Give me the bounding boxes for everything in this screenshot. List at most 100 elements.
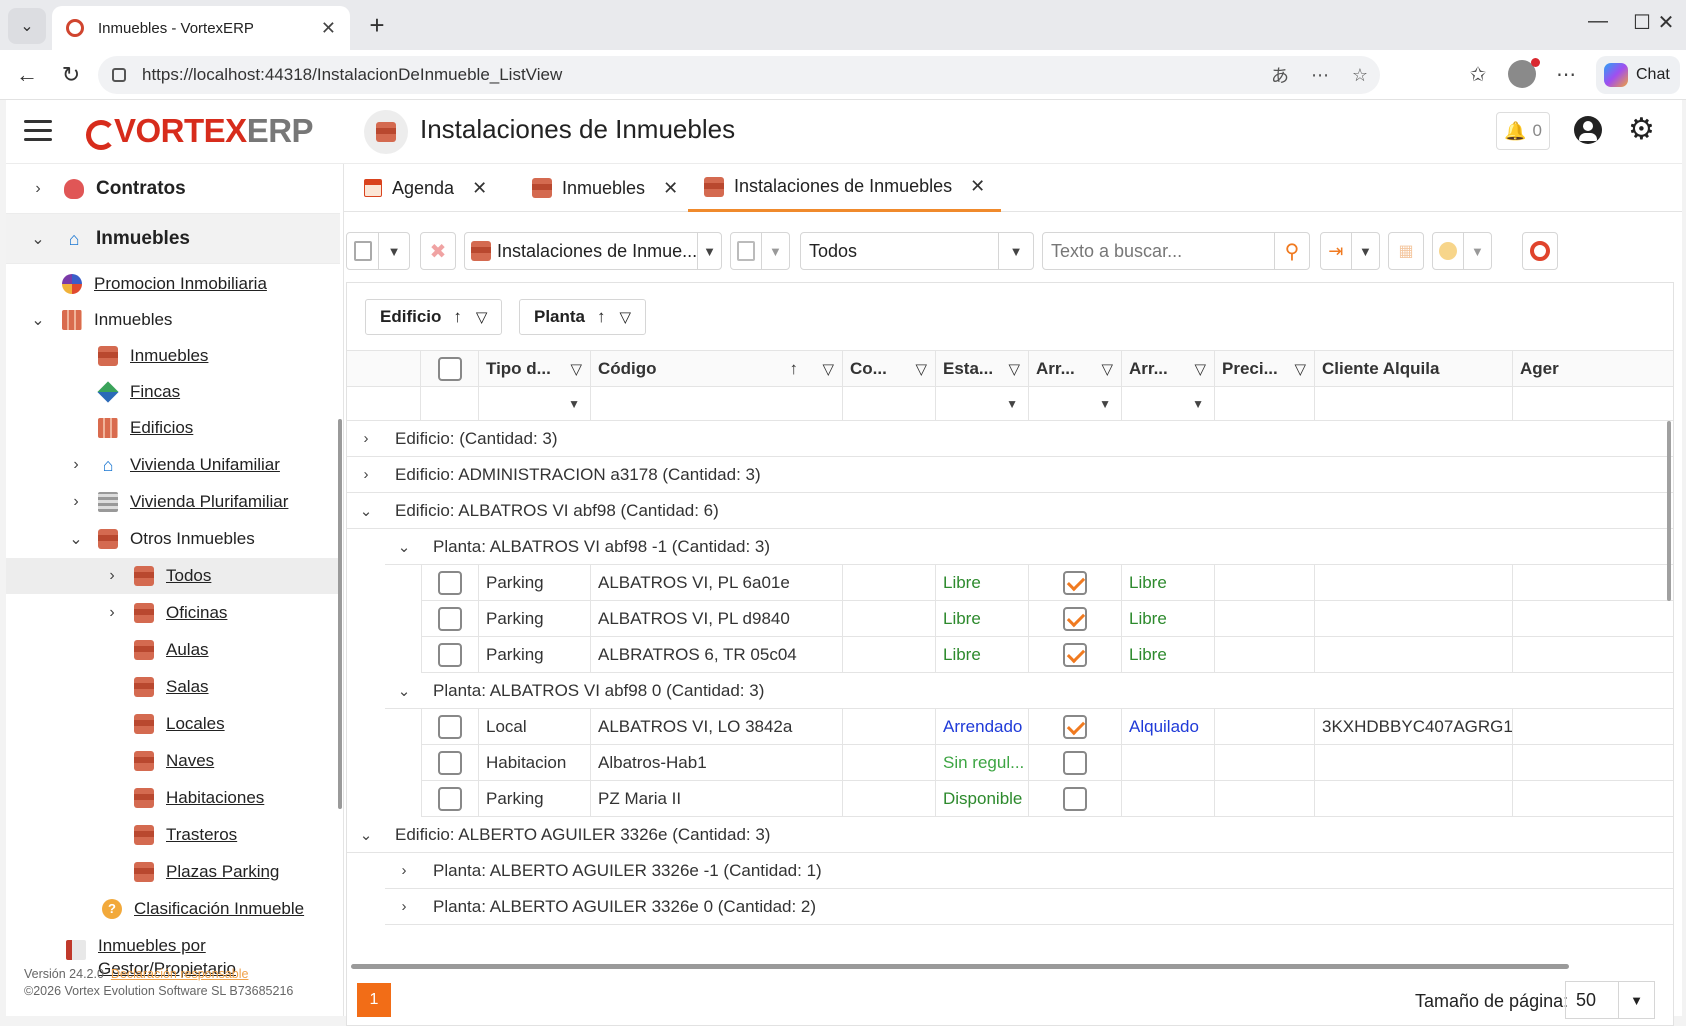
sort-asc-icon[interactable]: ↑ (790, 359, 799, 379)
header-arr1[interactable]: Arr... ▽ (1029, 351, 1122, 386)
filter-icon[interactable]: ▽ (1008, 360, 1020, 378)
translate-icon[interactable]: あ (1260, 62, 1300, 88)
paste-split-button[interactable]: ▼ (730, 232, 790, 270)
filter-cell-codigo[interactable] (591, 387, 843, 420)
header-estado[interactable]: Esta... ▽ (936, 351, 1029, 386)
tab-instalaciones[interactable]: Instalaciones de Inmuebles ✕ (688, 164, 1002, 212)
header-codigo[interactable]: Código ↑ ▽ (591, 351, 843, 386)
table-row[interactable]: Parking ALBRATROS 6, TR 05c04 Libre Libr… (347, 637, 1673, 673)
group-chip-planta[interactable]: Planta ↑ ▽ (519, 299, 647, 335)
header-precio[interactable]: Preci... ▽ (1215, 351, 1315, 386)
page-button-current[interactable]: 1 (357, 983, 391, 1017)
row-select-checkbox[interactable] (438, 786, 462, 811)
site-info-icon[interactable] (112, 68, 126, 82)
close-tab-icon[interactable]: ✕ (321, 18, 336, 39)
close-tab-icon[interactable]: ✕ (970, 176, 985, 197)
action-dropdown[interactable]: ▼ (1464, 233, 1491, 269)
sort-asc-icon[interactable]: ↑ (597, 307, 606, 327)
settings-gear-icon[interactable]: ⚙ (1628, 112, 1655, 147)
chart-button[interactable]: ▦ (1388, 232, 1424, 270)
search-input[interactable] (1043, 240, 1274, 262)
filter-cell-co[interactable] (843, 387, 936, 420)
profile-avatar-icon[interactable] (1508, 58, 1540, 88)
hamburger-menu-icon[interactable] (24, 120, 52, 144)
declaration-link[interactable]: Declaración responsable (111, 967, 249, 981)
filter-cell-precio[interactable] (1215, 387, 1315, 420)
cell-arrendable-checkbox[interactable] (1063, 750, 1087, 775)
group-row[interactable]: ⌄ Edificio: ALBATROS VI abf98 (Cantidad: … (347, 493, 1673, 529)
clipboard-button[interactable] (731, 233, 762, 269)
header-cliente[interactable]: Cliente Alquila (1315, 351, 1513, 386)
sidebar-item-locales[interactable]: Locales (6, 706, 340, 742)
table-row[interactable]: Parking ALBATROS VI, PL d9840 Libre Libr… (347, 601, 1673, 637)
group-row[interactable]: ⌄ Planta: ALBATROS VI abf98 0 (Cantidad: … (385, 673, 1673, 709)
sidebar-scrollbar[interactable] (338, 419, 342, 809)
new-record-split-button[interactable]: ▼ (346, 232, 410, 270)
row-select-checkbox[interactable] (438, 642, 462, 667)
filter-icon[interactable]: ▽ (1194, 360, 1206, 378)
chevron-right-icon[interactable]: › (357, 466, 375, 483)
filter-select-dropdown[interactable]: ▼ (999, 233, 1033, 269)
cell-arrendable-checkbox[interactable] (1063, 714, 1087, 739)
sidebar-group-inmuebles[interactable]: ⌄ ⌂ Inmuebles (6, 214, 340, 264)
sidebar-group-contratos[interactable]: › Contratos (6, 164, 340, 214)
action-run-button[interactable] (1433, 233, 1464, 269)
more-page-icon[interactable]: ⋯ (1300, 65, 1340, 86)
header-agente[interactable]: Ager (1513, 351, 1673, 386)
delete-button[interactable]: ✖ (420, 232, 456, 270)
notifications-button[interactable]: 🔔 0 (1496, 112, 1550, 150)
export-split-button[interactable]: ⇥ ▼ (1320, 232, 1380, 270)
table-row[interactable]: Parking ALBATROS VI, PL 6a01e Libre Libr… (347, 565, 1673, 601)
user-account-icon[interactable] (1574, 116, 1602, 144)
filter-icon[interactable]: ▽ (1101, 360, 1113, 378)
chevron-down-icon[interactable]: ⌄ (395, 682, 413, 700)
tab-inmuebles[interactable]: Inmuebles ✕ (516, 164, 694, 212)
cell-arrendable-checkbox[interactable] (1063, 606, 1087, 631)
row-select-checkbox[interactable] (438, 570, 462, 595)
sidebar-item-habitaciones[interactable]: Habitaciones (6, 780, 340, 816)
sidebar-item-inmuebles[interactable]: Inmuebles (6, 338, 340, 374)
new-record-button[interactable] (347, 233, 379, 269)
cell-arrendable-checkbox[interactable] (1063, 642, 1087, 667)
cell-arrendable-checkbox[interactable] (1063, 786, 1087, 811)
filter-selector[interactable]: Todos ▼ (800, 232, 1034, 270)
chevron-right-icon[interactable]: › (357, 430, 375, 447)
group-row[interactable]: › Edificio: ADMINISTRACION a3178 (Cantida… (347, 457, 1673, 493)
row-select-checkbox[interactable] (438, 714, 462, 739)
sidebar-item-aulas[interactable]: Aulas (6, 632, 340, 668)
chevron-right-icon[interactable]: › (395, 898, 413, 915)
refresh-button[interactable] (1522, 232, 1558, 270)
close-tab-icon[interactable]: ✕ (663, 178, 678, 199)
sidebar-item-clasificacion[interactable]: ? Clasificación Inmueble (6, 891, 340, 927)
row-select-checkbox[interactable] (438, 606, 462, 631)
chevron-down-icon[interactable]: ⌄ (395, 538, 413, 556)
filter-icon[interactable]: ▽ (476, 308, 488, 326)
browser-menu-icon[interactable]: ⋯ (1548, 62, 1584, 87)
favorite-star-icon[interactable]: ☆ (1340, 65, 1380, 86)
sidebar-item-todos[interactable]: › Todos (6, 558, 340, 594)
tab-list-dropdown[interactable]: ⌄ (8, 8, 46, 44)
sidebar-item-fincas[interactable]: Fincas (6, 374, 340, 410)
favorites-icon[interactable]: ✩ (1460, 62, 1496, 87)
page-size-select[interactable]: 50 ▼ (1565, 981, 1655, 1019)
clipboard-dropdown[interactable]: ▼ (762, 233, 789, 269)
header-co[interactable]: Co... ▽ (843, 351, 936, 386)
group-row[interactable]: ⌄ Planta: ALBATROS VI abf98 -1 (Cantidad:… (385, 529, 1673, 565)
export-dropdown[interactable]: ▼ (1352, 233, 1379, 269)
chevron-down-icon[interactable]: ⌄ (357, 502, 375, 520)
new-record-dropdown[interactable]: ▼ (379, 233, 409, 269)
filter-cell-estado[interactable]: ▼ (936, 387, 1029, 420)
sidebar-item-vivienda-unifamiliar[interactable]: › ⌂ Vivienda Unifamiliar (6, 447, 340, 483)
minimize-icon[interactable]: — (1578, 10, 1618, 33)
grid-vertical-scrollbar[interactable] (1667, 421, 1671, 601)
header-tipo[interactable]: Tipo d... ▽ (479, 351, 591, 386)
sidebar-item-trasteros[interactable]: Trasteros (6, 817, 340, 853)
table-row[interactable]: Habitacion Albatros-Hab1 Sin regul... (347, 745, 1673, 781)
action-split-button[interactable]: ▼ (1432, 232, 1492, 270)
table-row[interactable]: Local ALBATROS VI, LO 3842a Arrendado Al… (347, 709, 1673, 745)
chevron-down-icon[interactable]: ⌄ (357, 826, 375, 844)
filter-icon[interactable]: ▽ (1294, 360, 1306, 378)
search-icon[interactable]: ⚲ (1275, 233, 1309, 269)
group-row[interactable]: › Edificio: (Cantidad: 3) (347, 421, 1673, 457)
group-row[interactable]: ⌄ Edificio: ALBERTO AGUILER 3326e (Cantid… (347, 817, 1673, 853)
